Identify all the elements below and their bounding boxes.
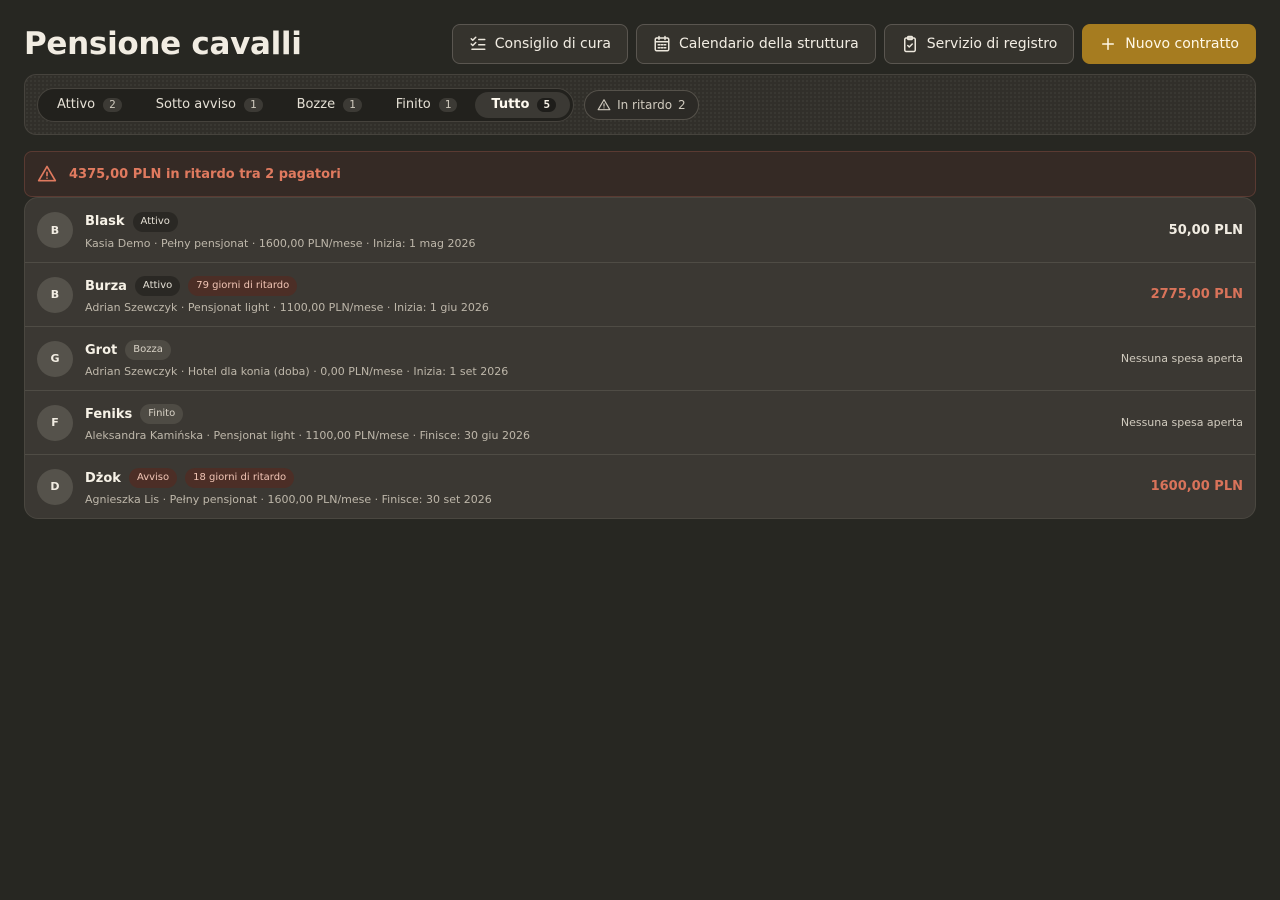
contract-info: Burza Attivo 79 giorni di ritardo Adrian… [85,275,1151,314]
tab-under-notice[interactable]: Sotto avviso 1 [140,92,277,118]
tab-count: 1 [343,97,362,112]
care-advice-label: Consiglio di cura [494,36,611,52]
tab-count: 1 [243,97,263,112]
horse-name: Feniks [85,406,133,422]
clipboard-check-icon [903,35,916,53]
late-chip-label: In ritardo [617,97,673,112]
contract-info: Dżok Avviso 18 giorni di ritardo Agniesz… [85,467,1151,506]
registry-service-button[interactable]: Servizio di registro [883,24,1075,64]
contract-row[interactable]: F Feniks Finito Aleksandra Kamińska · Pe… [25,390,1255,454]
avatar: F [37,404,73,441]
tab-active[interactable]: Attivo 2 [41,92,136,118]
balance-amount: 50,00 PLN [1168,222,1243,238]
contract-details: Agnieszka Lis · Pełny pensjonat · 1600,0… [85,493,492,506]
tab-all[interactable]: Tutto 5 [475,91,571,118]
status-badge: Attivo [132,211,178,232]
no-open-charges: Nessuna spesa aperta [1120,352,1243,365]
status-badge: Bozza [125,340,171,360]
contract-info: Grot Bozza Adrian Szewczyk · Hotel dla k… [85,339,1121,378]
contract-details: Aleksandra Kamińska · Pensjonat light · … [85,429,530,442]
care-advice-button[interactable]: Consiglio di cura [451,24,628,64]
status-badge: Attivo [134,276,181,296]
avatar: D [37,468,73,505]
warning-icon [37,165,57,182]
checklist-icon [470,36,486,50]
contract-header: Burza Attivo 79 giorni di ritardo [85,275,1151,297]
late-chip-count: 2 [678,97,686,112]
status-badge: Finito [140,404,184,424]
tab-drafts[interactable]: Bozze 1 [281,92,376,118]
plus-icon [1102,38,1115,50]
contracts-list: B Blask Attivo Kasia Demo · Pełny pensjo… [24,197,1256,519]
contract-details: Kasia Demo · Pełny pensjonat · 1600,00 P… [85,236,476,250]
contract-info: Feniks Finito Aleksandra Kamińska · Pens… [85,403,1121,442]
contract-info: Blask Attivo Kasia Demo · Pełny pensjona… [85,211,1169,250]
no-open-charges: Nessuna spesa aperta [1120,416,1243,429]
page-header: Pensione cavalli Consiglio di cura Calen… [24,24,1256,64]
tab-label: Sotto avviso [155,97,236,112]
late-badge: 18 giorni di ritardo [185,468,295,488]
filter-bar: Attivo 2 Sotto avviso 1 Bozze 1 Finito 1… [24,74,1256,135]
contract-row[interactable]: D Dżok Avviso 18 giorni di ritardo Agnie… [25,454,1255,518]
late-filter-chip[interactable]: In ritardo 2 [584,89,699,120]
new-contract-label: Nuovo contratto [1125,36,1239,52]
horse-name: Burza [85,278,127,294]
new-contract-button[interactable]: Nuovo contratto [1082,24,1256,64]
tab-count: 2 [103,97,122,112]
tab-label: Bozze [296,97,336,112]
overdue-amount: 1600,00 PLN [1150,479,1243,494]
status-tabs: Attivo 2 Sotto avviso 1 Bozze 1 Finito 1… [37,87,575,122]
contract-row[interactable]: G Grot Bozza Adrian Szewczyk · Hotel dla… [25,326,1255,390]
overdue-amount: 2775,00 PLN [1150,287,1243,302]
contract-header: Dżok Avviso 18 giorni di ritardo [85,467,1151,489]
horse-name: Dżok [85,470,121,486]
contract-header: Grot Bozza [85,339,1121,361]
avatar: B [37,276,73,313]
late-badge: 79 giorni di ritardo [188,276,298,296]
horse-name: Blask [85,214,125,229]
contract-row[interactable]: B Blask Attivo Kasia Demo · Pełny pensjo… [25,198,1255,262]
facility-calendar-label: Calendario della struttura [678,36,859,52]
header-actions: Consiglio di cura Calendario della strut… [451,24,1256,64]
contract-row[interactable]: B Burza Attivo 79 giorni di ritardo Adri… [25,262,1255,326]
warning-icon [597,98,611,110]
contract-header: Blask Attivo [85,211,1169,233]
contract-header: Feniks Finito [85,403,1121,425]
avatar: G [37,340,73,377]
page-title: Pensione cavalli [24,26,302,62]
status-badge: Avviso [128,468,178,488]
tab-label: Finito [395,97,431,112]
registry-service-label: Servizio di registro [926,36,1058,52]
calendar-icon [654,35,670,52]
horse-name: Grot [85,342,118,358]
avatar: B [37,212,73,248]
tab-label: Attivo [57,97,96,112]
tab-count: 5 [537,97,557,112]
overdue-alert-text: 4375,00 PLN in ritardo tra 2 pagatori [69,166,341,182]
tab-label: Tutto [491,97,530,112]
tab-finished[interactable]: Finito 1 [380,92,472,118]
facility-calendar-button[interactable]: Calendario della struttura [635,24,876,64]
overdue-alert: 4375,00 PLN in ritardo tra 2 pagatori [24,151,1256,197]
contract-details: Adrian Szewczyk · Pensjonat light · 1100… [85,301,489,314]
contract-details: Adrian Szewczyk · Hotel dla konia (doba)… [85,365,509,378]
tab-count: 1 [438,97,458,112]
